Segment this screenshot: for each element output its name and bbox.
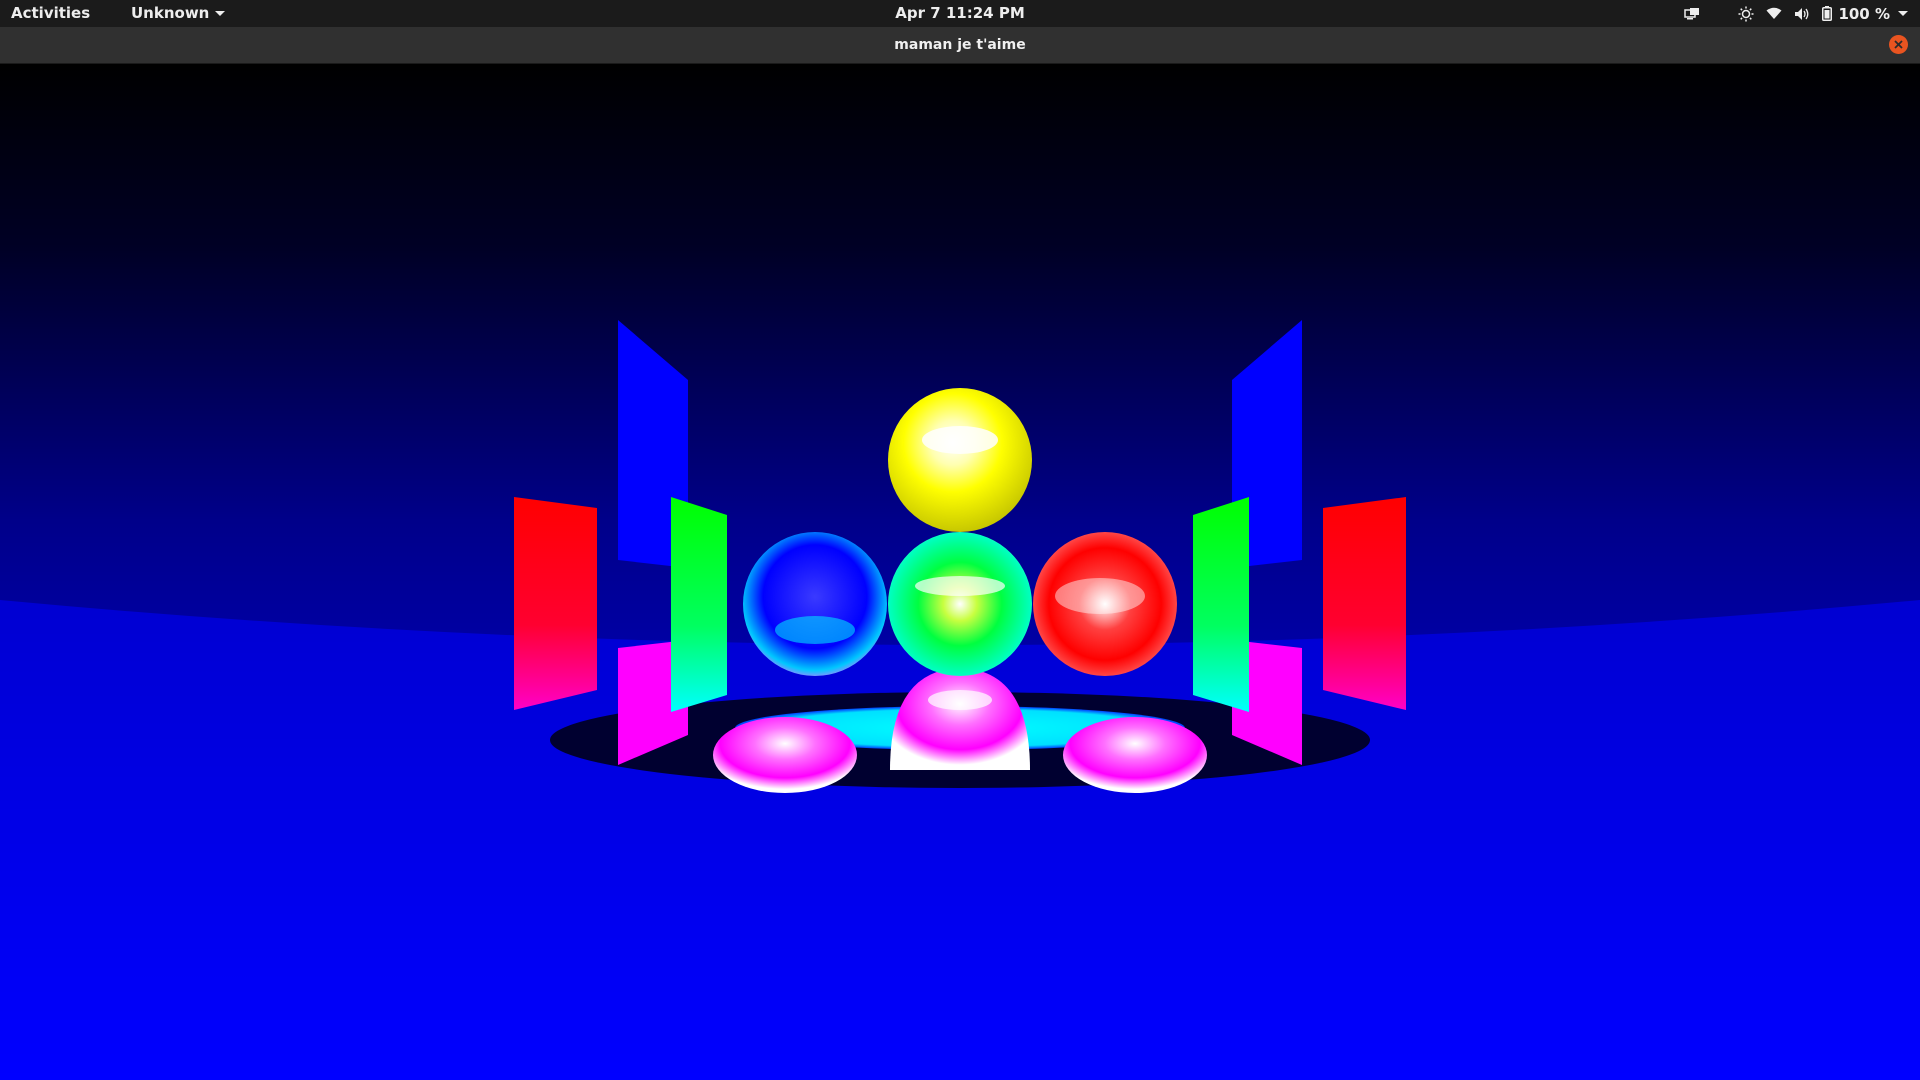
green-sphere (888, 532, 1032, 676)
render-viewport (0, 64, 1920, 1080)
green-panel-right (1193, 497, 1249, 712)
system-menu-chevron-icon[interactable] (1898, 11, 1908, 16)
screen-share-icon[interactable] (1684, 7, 1700, 21)
top-bar: Activities Unknown Apr 7 11:24 PM 100 % (0, 0, 1920, 27)
activities-button[interactable]: Activities (11, 4, 90, 22)
brightness-icon[interactable] (1738, 6, 1754, 22)
clock-label[interactable]: Apr 7 11:24 PM (895, 4, 1025, 22)
chevron-down-icon (215, 10, 226, 16)
magenta-dome-right (1063, 717, 1207, 793)
volume-icon[interactable] (1794, 7, 1810, 21)
raytraced-scene (0, 64, 1920, 1080)
clock: Apr 7 11:24 PM (0, 4, 1920, 22)
red-panel-left (514, 497, 597, 710)
magenta-dome-left (713, 717, 857, 793)
close-icon (1894, 40, 1903, 49)
system-tray[interactable]: 100 % (1684, 3, 1908, 24)
app-menu[interactable]: Unknown (131, 4, 226, 22)
app-menu-label: Unknown (131, 4, 210, 22)
battery-icon[interactable] (1822, 6, 1833, 21)
green-panel-left (671, 497, 727, 712)
window-title: maman je t'aime (894, 37, 1026, 53)
close-button[interactable] (1889, 35, 1908, 54)
blue-sphere (743, 532, 887, 676)
window-titlebar[interactable]: maman je t'aime (0, 27, 1920, 64)
yellow-sphere (888, 388, 1032, 532)
battery-percentage: 100 % (1838, 4, 1890, 23)
wifi-icon[interactable] (1766, 7, 1782, 20)
red-panel-right (1323, 497, 1406, 710)
